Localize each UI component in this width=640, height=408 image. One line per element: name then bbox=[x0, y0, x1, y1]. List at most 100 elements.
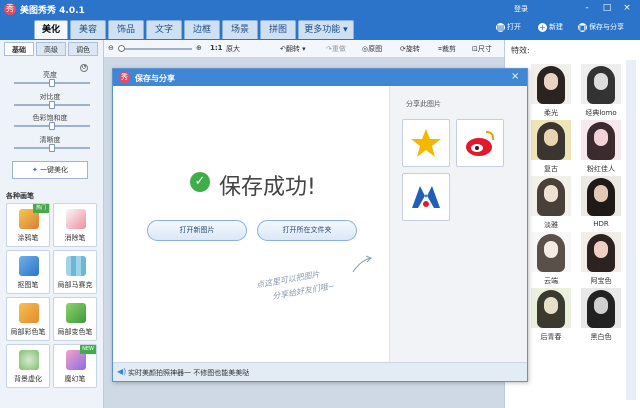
footer-link[interactable]: 实时美颜拍照神器一 不修图也能美美哒 bbox=[128, 368, 249, 378]
zoom-knob[interactable] bbox=[118, 45, 125, 52]
tab-face[interactable]: 美容 bbox=[70, 20, 106, 39]
qzone-star-icon bbox=[411, 129, 441, 157]
sharpness-slider[interactable] bbox=[14, 144, 90, 152]
sharpness-knob[interactable] bbox=[49, 144, 55, 152]
effect-label: 经典lomo bbox=[585, 109, 617, 117]
tool-doodle-pen[interactable]: 热门 涂鸦笔 bbox=[6, 203, 50, 247]
effect-thumb[interactable] bbox=[581, 288, 621, 328]
tool-label: 抠图笔 bbox=[17, 281, 39, 289]
tool-magic-pen[interactable]: NEW 魔幻笔 bbox=[53, 344, 97, 388]
share-renren-button[interactable] bbox=[402, 173, 450, 221]
maximize-button[interactable]: □ bbox=[600, 3, 614, 13]
beautify-label: 一键美化 bbox=[40, 166, 69, 174]
rotate-button[interactable]: ⟳旋转 bbox=[400, 44, 420, 54]
save-share-dialog: 秀 保存与分享 × ✓ 保存成功! 打开新图片 打开所在文件夹 点这里可以把图片… bbox=[112, 68, 528, 382]
tool-mosaic[interactable]: 局部马赛克 bbox=[53, 250, 97, 294]
effects-scrollbar[interactable] bbox=[626, 60, 636, 400]
tab-collage[interactable]: 拼图 bbox=[260, 20, 296, 39]
success-message: 保存成功! bbox=[219, 175, 316, 200]
effect-thumb[interactable] bbox=[531, 232, 571, 272]
original-size-button[interactable]: 原大 bbox=[226, 44, 240, 54]
effect-thumb[interactable] bbox=[531, 176, 571, 216]
blur-icon bbox=[19, 350, 39, 370]
left-tab-advanced[interactable]: 高级 bbox=[36, 42, 66, 56]
tab-frame[interactable]: 边框 bbox=[184, 20, 220, 39]
zoom-slider[interactable] bbox=[118, 45, 192, 52]
brightness-knob[interactable] bbox=[49, 79, 55, 87]
minimize-button[interactable]: - bbox=[580, 3, 594, 13]
saturation-slider[interactable] bbox=[14, 122, 90, 130]
crop-button[interactable]: ⌗裁剪 bbox=[438, 44, 456, 54]
effect-label: 黑白色 bbox=[590, 333, 612, 341]
check-icon: ✓ bbox=[190, 172, 210, 192]
dialog-title: 保存与分享 bbox=[135, 74, 175, 83]
compare-button[interactable]: ◎原图 bbox=[362, 44, 382, 54]
app-title: 美图秀秀 4.0.1 bbox=[20, 6, 85, 16]
effect-thumb[interactable] bbox=[531, 288, 571, 328]
tool-label: 局部马赛克 bbox=[57, 281, 93, 289]
share-qzone-button[interactable] bbox=[402, 119, 450, 167]
tool-background-blur[interactable]: 背景虚化 bbox=[6, 344, 50, 388]
login-link[interactable]: 登录 bbox=[514, 4, 528, 14]
open-folder-button[interactable]: 打开所在文件夹 bbox=[257, 220, 357, 241]
zoom-in-icon[interactable]: ⊕ bbox=[196, 44, 202, 52]
effect-thumb[interactable] bbox=[581, 64, 621, 104]
mosaic-icon bbox=[66, 256, 86, 276]
effect-label: 阿宝色 bbox=[590, 277, 612, 285]
tool-eraser[interactable]: 消除笔 bbox=[53, 203, 97, 247]
open-new-image-button[interactable]: 打开新图片 bbox=[147, 220, 247, 241]
new-badge: NEW bbox=[80, 345, 96, 354]
effect-label: 淡雅 bbox=[544, 221, 558, 229]
effect-label: HDR bbox=[593, 220, 609, 228]
tool-local-color-pen[interactable]: 局部彩色笔 bbox=[6, 297, 50, 341]
redo-button[interactable]: ↷重做 bbox=[326, 44, 346, 54]
app-logo: 秀 bbox=[4, 3, 16, 15]
zoom-ratio[interactable]: 1:1 bbox=[210, 44, 223, 52]
left-tab-color[interactable]: 调色 bbox=[68, 42, 98, 56]
new-label: 新建 bbox=[549, 23, 563, 31]
left-tab-basic[interactable]: 基础 bbox=[4, 42, 34, 56]
dialog-logo: 秀 bbox=[119, 72, 130, 83]
rotate-label: 旋转 bbox=[405, 45, 420, 53]
contrast-knob[interactable] bbox=[49, 101, 55, 109]
tool-label: 背景虚化 bbox=[14, 375, 42, 383]
tab-scene[interactable]: 场景 bbox=[222, 20, 258, 39]
effects-title: 特效: bbox=[511, 46, 530, 55]
tab-text[interactable]: 文字 bbox=[146, 20, 182, 39]
effect-thumb[interactable] bbox=[581, 120, 621, 160]
effect-thumb[interactable] bbox=[581, 176, 621, 216]
open-label: 打开 bbox=[507, 23, 521, 31]
resize-button[interactable]: ⊡尺寸 bbox=[472, 44, 492, 54]
effect-label: 云端 bbox=[544, 277, 558, 285]
share-panel: 分享此图片 bbox=[389, 86, 527, 362]
effect-thumb[interactable] bbox=[531, 64, 571, 104]
new-button[interactable]: + 新建 bbox=[538, 22, 563, 32]
tool-label: 魔幻笔 bbox=[64, 375, 86, 383]
one-click-beautify-button[interactable]: ✦ 一键美化 bbox=[12, 161, 88, 179]
tab-beautify[interactable]: 美化 bbox=[34, 20, 68, 39]
effect-thumb[interactable] bbox=[531, 120, 571, 160]
effect-thumb[interactable] bbox=[581, 232, 621, 272]
edit-toolbar: ⊖ ⊕ 1:1 原大 ↶翻转 ▾ ↷重做 ◎原图 ⟳旋转 ⌗裁剪 ⊡尺寸 bbox=[104, 40, 504, 58]
open-button[interactable]: ▤ 打开 bbox=[496, 22, 521, 32]
undo-label: 翻转 bbox=[285, 45, 300, 53]
share-weibo-button[interactable] bbox=[456, 119, 504, 167]
tab-more[interactable]: 更多功能 ▾ bbox=[298, 20, 354, 39]
share-hint: 点这里可以把图片 分享给好友们哦~ bbox=[255, 266, 335, 307]
brightness-slider[interactable] bbox=[14, 79, 90, 87]
contrast-slider[interactable] bbox=[14, 101, 90, 109]
undo-button[interactable]: ↶翻转 ▾ bbox=[280, 44, 306, 54]
left-panel: 基础 高级 调色 ↺ 亮度 对比度 色彩饱和度 清晰度 ✦ 一键美化 各种画笔 … bbox=[0, 40, 104, 408]
tab-accessories[interactable]: 饰品 bbox=[108, 20, 144, 39]
tool-label: 涂鸦笔 bbox=[17, 234, 39, 242]
save-share-label: 保存与分享 bbox=[589, 23, 624, 31]
close-window-button[interactable]: × bbox=[620, 3, 634, 13]
save-share-button[interactable]: ▣ 保存与分享 bbox=[578, 22, 624, 32]
tool-recolor-pen[interactable]: 局部变色笔 bbox=[53, 297, 97, 341]
saturation-knob[interactable] bbox=[49, 122, 55, 130]
zoom-out-icon[interactable]: ⊖ bbox=[108, 44, 114, 52]
resize-label: 尺寸 bbox=[477, 45, 492, 53]
weibo-icon bbox=[466, 131, 495, 156]
tool-cutout-pen[interactable]: 抠图笔 bbox=[6, 250, 50, 294]
dialog-close-icon[interactable]: × bbox=[511, 71, 519, 82]
